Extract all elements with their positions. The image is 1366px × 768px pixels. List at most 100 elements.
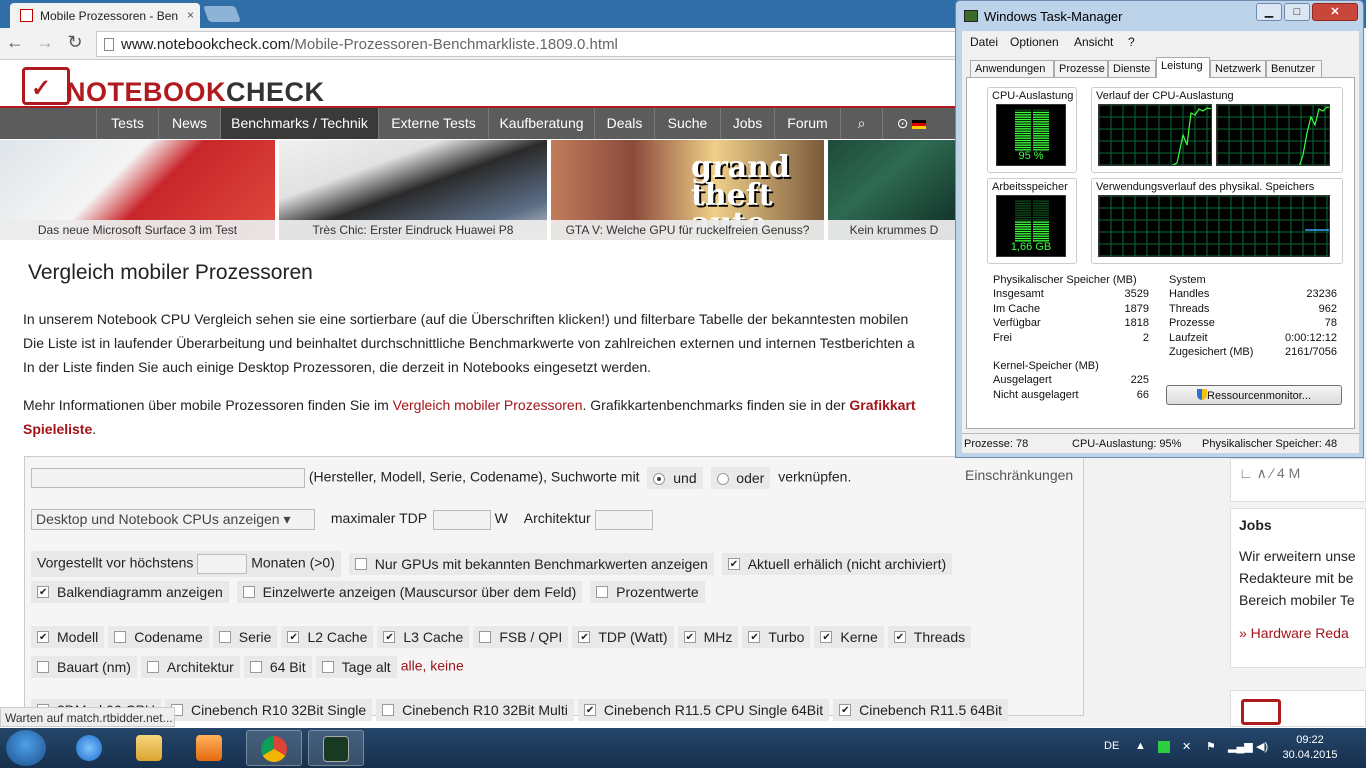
benchmark-toggle[interactable]: Cinebench R10 32Bit Multi <box>376 699 574 721</box>
column-toggle[interactable]: Serie <box>212 626 278 648</box>
browser-tab-active[interactable]: Mobile Prozessoren - Ben × <box>10 3 200 28</box>
nav-jobs[interactable]: Jobs <box>720 108 774 139</box>
link-spieleliste[interactable]: Spieleliste <box>23 421 92 437</box>
column-checkbox[interactable] <box>893 631 906 643</box>
column-checkbox[interactable] <box>37 631 49 643</box>
reload-icon[interactable]: ↻ <box>64 32 86 53</box>
taskbar-task-manager[interactable] <box>308 730 364 766</box>
column-checkbox[interactable] <box>683 631 696 643</box>
column-toggle[interactable]: TDP (Watt) <box>572 626 674 648</box>
radio-and[interactable] <box>653 473 666 486</box>
search-input[interactable] <box>31 468 305 488</box>
column-checkbox[interactable] <box>748 631 761 643</box>
tab-prozesse[interactable]: Prozesse <box>1054 60 1108 77</box>
column-checkbox[interactable] <box>578 631 591 643</box>
nav-deals[interactable]: Deals <box>594 108 654 139</box>
promo-gta[interactable]: grandtheftauto GTA V: Welche GPU für ruc… <box>551 140 824 240</box>
taskbar-chrome[interactable] <box>246 730 302 766</box>
column-toggle[interactable]: Modell <box>31 626 105 648</box>
menu-help[interactable]: ? <box>1128 35 1135 49</box>
column-checkbox[interactable] <box>218 631 231 643</box>
jobs-link[interactable]: » Hardware Reda <box>1239 625 1357 641</box>
column-toggle[interactable]: Kerne <box>814 626 884 648</box>
close-button[interactable]: ✕ <box>1312 3 1358 21</box>
tab-netzwerk[interactable]: Netzwerk <box>1210 60 1266 77</box>
benchmark-checkbox[interactable] <box>583 704 596 716</box>
promo-surface[interactable]: Das neue Microsoft Surface 3 im Test <box>0 140 275 240</box>
address-bar[interactable]: www.notebookcheck.com/Mobile-Prozessoren… <box>96 31 956 57</box>
taskbar-explorer[interactable] <box>122 730 178 766</box>
tab-leistung[interactable]: Leistung <box>1156 57 1210 78</box>
current-checkbox[interactable] <box>727 558 740 570</box>
restrictions-link[interactable]: Einschränkungen <box>965 467 1073 483</box>
tab-benutzer[interactable]: Benutzer <box>1266 60 1322 77</box>
start-button[interactable] <box>6 730 46 766</box>
nav-benchmarks[interactable]: Benchmarks / Technik <box>220 108 378 139</box>
menu-ansicht[interactable]: Ansicht <box>1074 35 1113 49</box>
tab-anwendungen[interactable]: Anwendungen <box>970 60 1054 77</box>
column-toggle[interactable]: 64 Bit <box>243 656 312 678</box>
column-checkbox[interactable] <box>249 661 262 673</box>
menu-optionen[interactable]: Optionen <box>1010 35 1059 49</box>
nav-tests[interactable]: Tests <box>96 108 158 139</box>
cpu-type-select[interactable]: Desktop und Notebook CPUs anzeigen ▾ <box>31 509 315 530</box>
nav-kaufberatung[interactable]: Kaufberatung <box>488 108 594 139</box>
promo-samsung[interactable]: Kein krummes D <box>828 140 960 240</box>
promo-huawei[interactable]: Très Chic: Erster Eindruck Huawei P8 <box>279 140 547 240</box>
action-center-icon[interactable]: ⚑ <box>1206 740 1216 753</box>
column-checkbox[interactable] <box>287 631 300 643</box>
tdp-input[interactable] <box>432 509 491 530</box>
link-vergleich[interactable]: Vergleich mobiler Prozessoren <box>393 397 583 413</box>
taskbar-media-player[interactable] <box>182 730 238 766</box>
new-tab-button[interactable] <box>203 6 241 22</box>
tray-app-icon[interactable] <box>1158 741 1170 753</box>
sidebar-teaser[interactable]: ∟ ∧ ∕ 4 M <box>1230 458 1366 502</box>
nav-forum[interactable]: Forum <box>774 108 840 139</box>
nav-suche[interactable]: Suche <box>654 108 720 139</box>
column-toggle[interactable]: Tage alt <box>315 656 397 678</box>
benchmark-checkbox[interactable] <box>839 704 852 716</box>
column-checkbox[interactable] <box>146 661 159 673</box>
menu-datei[interactable]: Datei <box>970 35 998 49</box>
language-indicator[interactable]: DE <box>1104 740 1119 752</box>
months-input[interactable] <box>197 554 248 574</box>
tab-dienste[interactable]: Dienste <box>1108 60 1156 77</box>
maximize-button[interactable]: □ <box>1284 3 1310 21</box>
architecture-input[interactable] <box>594 509 653 530</box>
column-toggle[interactable]: MHz <box>677 626 739 648</box>
only-gpus-checkbox[interactable] <box>354 558 367 570</box>
bar-chart-checkbox[interactable] <box>37 586 49 598</box>
minimize-button[interactable]: ▁ <box>1256 3 1282 21</box>
all-none-link[interactable]: alle, keine <box>401 658 464 674</box>
benchmark-checkbox[interactable] <box>382 704 395 716</box>
back-arrow-icon[interactable]: ← <box>4 32 26 53</box>
column-checkbox[interactable] <box>820 631 833 643</box>
benchmark-toggle[interactable]: Cinebench R10 32Bit Single <box>165 699 373 721</box>
column-checkbox[interactable] <box>383 631 396 643</box>
column-toggle[interactable]: Bauart (nm) <box>31 656 137 678</box>
network-error-icon[interactable]: ✕ <box>1182 740 1191 753</box>
benchmark-toggle[interactable]: Cinebench R11.5 CPU Single 64Bit <box>577 699 830 721</box>
column-checkbox[interactable] <box>321 661 334 673</box>
benchmark-toggle[interactable]: Cinebench R11.5 64Bit <box>833 699 1009 721</box>
volume-icon[interactable]: ◀) <box>1256 740 1268 753</box>
column-toggle[interactable]: L2 Cache <box>281 626 374 648</box>
taskbar-ie[interactable] <box>62 730 118 766</box>
tab-close-icon[interactable]: × <box>187 8 194 22</box>
link-grafikkarten[interactable]: Grafikkart <box>849 397 915 413</box>
nav-externe-tests[interactable]: Externe Tests <box>378 108 488 139</box>
column-toggle[interactable]: Architektur <box>140 656 240 678</box>
column-toggle[interactable]: L3 Cache <box>377 626 470 648</box>
search-icon[interactable]: ⌕ <box>840 108 882 139</box>
forward-arrow-icon[interactable]: → <box>34 32 56 53</box>
radio-or[interactable] <box>716 473 729 486</box>
percent-checkbox[interactable] <box>596 586 609 598</box>
taskbar-clock[interactable]: 09:22 30.04.2015 <box>1280 733 1340 763</box>
tray-expand-icon[interactable]: ▲ <box>1135 740 1146 752</box>
column-toggle[interactable]: FSB / QPI <box>473 626 569 648</box>
signal-icon[interactable]: ▂▄▆ <box>1228 740 1253 753</box>
column-checkbox[interactable] <box>479 631 492 643</box>
single-values-checkbox[interactable] <box>242 586 255 598</box>
column-toggle[interactable]: Threads <box>887 626 972 648</box>
nav-news[interactable]: News <box>158 108 220 139</box>
